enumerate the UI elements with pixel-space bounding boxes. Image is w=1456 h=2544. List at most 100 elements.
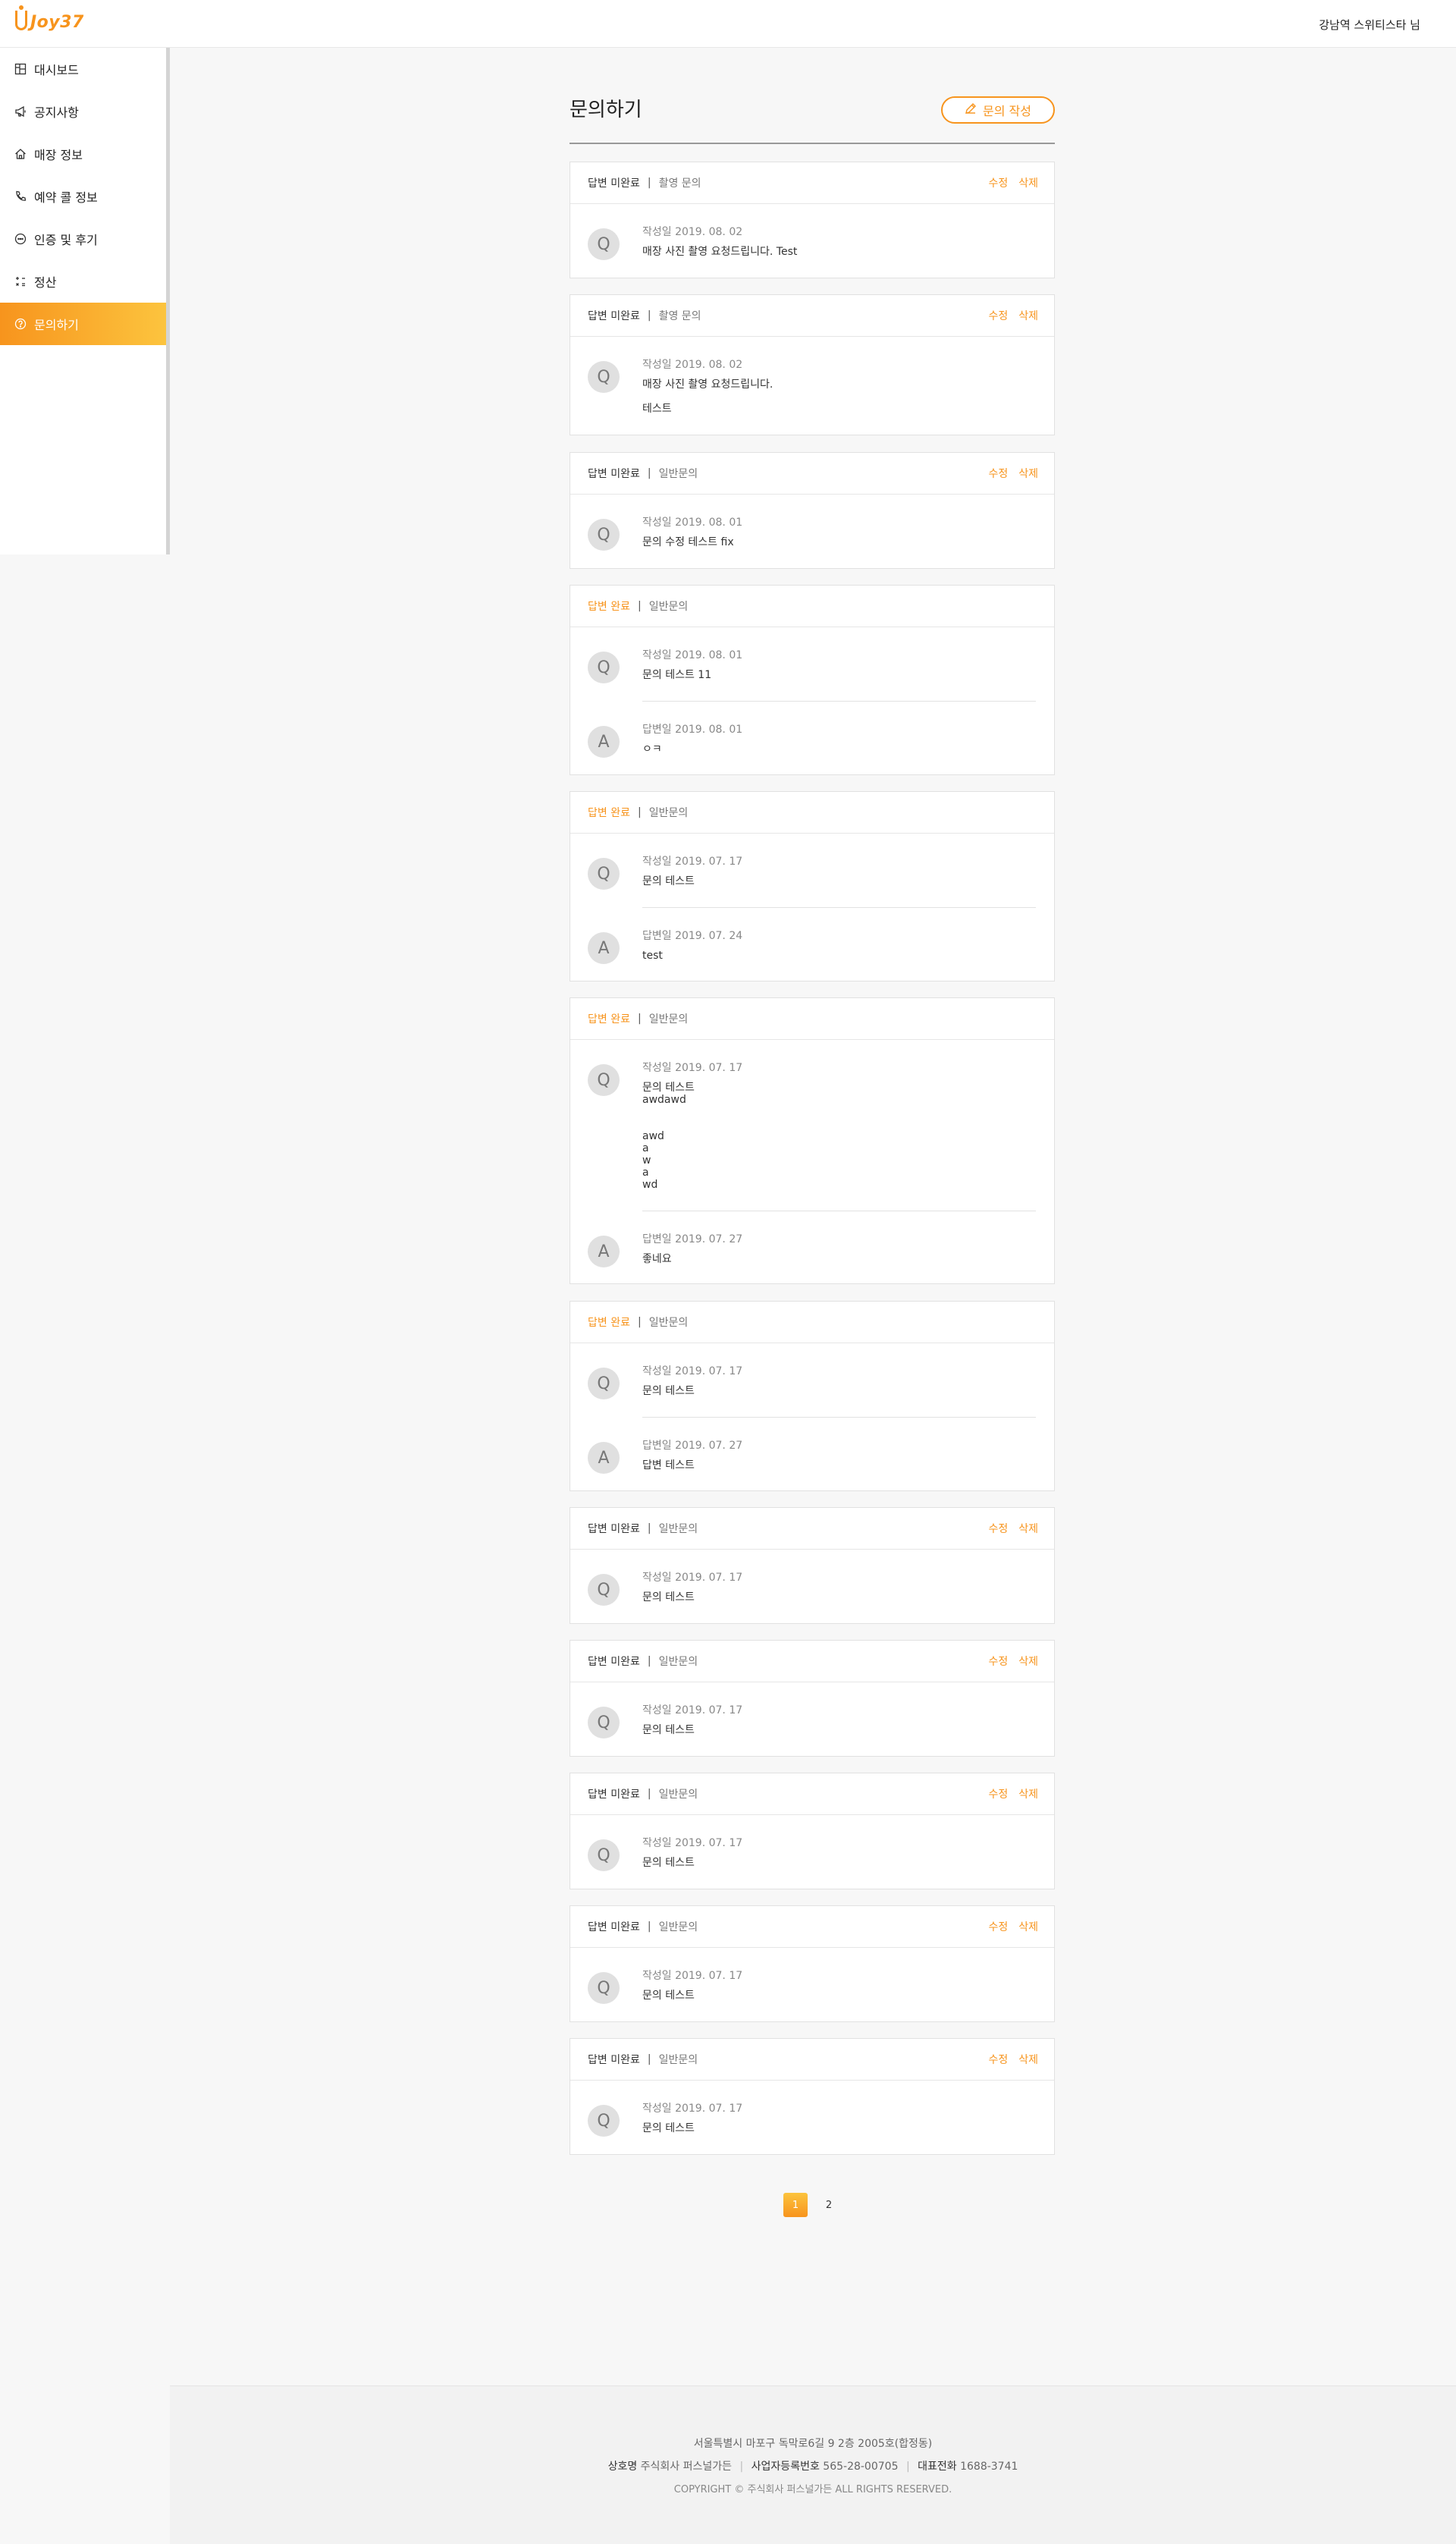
edit-button[interactable]: 수정 xyxy=(988,175,1008,190)
divider: | xyxy=(647,467,651,479)
answer-status: 답변 완료 xyxy=(588,807,630,819)
question-date: 작성일 2019. 07. 17 xyxy=(642,1365,743,1377)
inquiry-category: 일반문의 xyxy=(658,1656,698,1668)
chat-bubble-icon xyxy=(14,232,27,246)
edit-button[interactable]: 수정 xyxy=(988,1654,1008,1669)
inquiry-category: 일반문의 xyxy=(648,807,689,819)
question-block: Q 작성일 2019. 08. 01 문의 테스트 11 xyxy=(570,627,1054,683)
write-inquiry-button[interactable]: 문의 작성 xyxy=(941,96,1055,124)
delete-button[interactable]: 삭제 xyxy=(1018,2052,1038,2067)
answer-text: 답변 테스트 xyxy=(642,1459,695,1471)
question-date: 작성일 2019. 08. 01 xyxy=(642,517,743,529)
question-text: 문의 테스트 xyxy=(642,1385,695,1397)
delete-button[interactable]: 삭제 xyxy=(1018,1786,1038,1801)
question-block: Q 작성일 2019. 08. 01 문의 수정 테스트 fix xyxy=(570,495,1054,551)
footer-company-value: 주식회사 퍼스널가든 xyxy=(640,2461,733,2473)
delete-button[interactable]: 삭제 xyxy=(1018,175,1038,190)
inquiry-card-header: 답변 완료 | 일반문의 xyxy=(570,586,1054,627)
delete-button[interactable]: 삭제 xyxy=(1018,466,1038,481)
inquiry-card: 답변 완료 | 일반문의 Q 작성일 2019. 07. 17 문의 테스트 a… xyxy=(570,997,1055,1284)
page-button-1[interactable]: 1 xyxy=(783,2193,808,2217)
page-title: 문의하기 xyxy=(570,99,642,121)
inquiry-card-header: 답변 미완료 | 일반문의 수정 삭제 xyxy=(570,453,1054,495)
edit-button[interactable]: 수정 xyxy=(988,308,1008,323)
answer-status: 답변 미완료 xyxy=(588,1656,640,1668)
question-text: 문의 테스트 xyxy=(642,2122,695,2134)
question-date: 작성일 2019. 07. 17 xyxy=(642,1062,743,1074)
question-badge: Q xyxy=(588,1972,620,2004)
edit-button[interactable]: 수정 xyxy=(988,1786,1008,1801)
question-badge: Q xyxy=(588,519,620,551)
sidebar: 대시보드 공지사항 매장 정보 예약 콜 정보 인증 및 후기 정산 문의하기 xyxy=(0,48,170,554)
delete-button[interactable]: 삭제 xyxy=(1018,1919,1038,1934)
megaphone-icon xyxy=(14,105,27,118)
footer-copyright: COPYRIGHT © 주식회사 퍼스널가든 ALL RIGHTS RESERV… xyxy=(673,2484,952,2495)
question-date: 작성일 2019. 08. 02 xyxy=(642,359,743,371)
inquiry-card-header: 답변 미완료 | 일반문의 수정 삭제 xyxy=(570,1906,1054,1948)
sidebar-item-inquiry[interactable]: 문의하기 xyxy=(0,303,166,345)
inquiry-card: 답변 미완료 | 일반문의 수정 삭제 Q 작성일 2019. 07. 17 문… xyxy=(570,1905,1055,2022)
divider: | xyxy=(637,806,642,818)
divider: | xyxy=(637,1316,642,1328)
question-date: 작성일 2019. 08. 01 xyxy=(642,649,743,661)
sidebar-item-reviews[interactable]: 인증 및 후기 xyxy=(0,218,166,260)
divider: | xyxy=(647,1921,651,1933)
sidebar-item-settlement[interactable]: 정산 xyxy=(0,260,166,303)
delete-button[interactable]: 삭제 xyxy=(1018,1521,1038,1536)
inquiry-category: 일반문의 xyxy=(648,1013,689,1025)
edit-button[interactable]: 수정 xyxy=(988,2052,1008,2067)
delete-button[interactable]: 삭제 xyxy=(1018,308,1038,323)
inquiry-card: 답변 완료 | 일반문의 Q 작성일 2019. 08. 01 문의 테스트 1… xyxy=(570,585,1055,775)
delete-button[interactable]: 삭제 xyxy=(1018,1654,1038,1669)
question-badge: Q xyxy=(588,1574,620,1606)
question-icon xyxy=(14,317,27,331)
question-date: 작성일 2019. 08. 02 xyxy=(642,226,743,238)
inquiry-card: 답변 미완료 | 촬영 문의 수정 삭제 Q 작성일 2019. 08. 02 … xyxy=(570,162,1055,278)
user-name[interactable]: 강남역 스위티스타 님 xyxy=(1319,17,1420,33)
sidebar-item-notice[interactable]: 공지사항 xyxy=(0,90,166,133)
dashboard-icon xyxy=(14,62,27,76)
sidebar-item-dashboard[interactable]: 대시보드 xyxy=(0,48,166,90)
answer-block: A 답변일 2019. 08. 01 ㅇㅋ xyxy=(570,702,1054,758)
question-text: 문의 테스트 xyxy=(642,1990,695,2002)
question-block: Q 작성일 2019. 07. 17 문의 테스트 awdawd awd a w… xyxy=(570,1040,1054,1191)
question-badge: Q xyxy=(588,858,620,890)
question-block: Q 작성일 2019. 08. 02 매장 사진 촬영 요청드립니다. 테스트 xyxy=(570,337,1054,415)
question-text: 문의 테스트 awdawd awd a w a wd xyxy=(642,1082,695,1191)
inquiry-category: 일반문의 xyxy=(658,468,698,480)
page-button-2[interactable]: 2 xyxy=(817,2193,841,2217)
question-date: 작성일 2019. 07. 17 xyxy=(642,856,743,868)
edit-button[interactable]: 수정 xyxy=(988,1521,1008,1536)
edit-button[interactable]: 수정 xyxy=(988,1919,1008,1934)
question-badge: Q xyxy=(588,652,620,683)
sidebar-item-label: 공지사항 xyxy=(34,105,79,120)
answer-badge: A xyxy=(588,932,620,964)
edit-button[interactable]: 수정 xyxy=(988,466,1008,481)
divider: | xyxy=(647,1655,651,1667)
answer-text: 좋네요 xyxy=(642,1253,672,1265)
sidebar-item-store-info[interactable]: 매장 정보 xyxy=(0,133,166,175)
answer-block: A 답변일 2019. 07. 27 좋네요 xyxy=(570,1211,1054,1267)
inquiry-category: 일반문의 xyxy=(648,1317,689,1329)
divider: | xyxy=(637,1013,642,1025)
inquiry-category: 일반문의 xyxy=(658,1523,698,1535)
logo[interactable]: Joy37 xyxy=(15,5,84,32)
answer-block: A 답변일 2019. 07. 24 test xyxy=(570,908,1054,964)
inquiry-card-header: 답변 완료 | 일반문의 xyxy=(570,1302,1054,1343)
question-badge: Q xyxy=(588,361,620,393)
logo-mark-icon xyxy=(15,5,27,30)
question-date: 작성일 2019. 07. 17 xyxy=(642,1970,743,1982)
inquiry-card-header: 답변 미완료 | 일반문의 수정 삭제 xyxy=(570,1508,1054,1550)
inquiry-category: 촬영 문의 xyxy=(658,310,701,322)
question-block: Q 작성일 2019. 08. 02 매장 사진 촬영 요청드립니다. Test xyxy=(570,204,1054,260)
sidebar-item-label: 정산 xyxy=(34,275,57,290)
answer-status: 답변 완료 xyxy=(588,1013,630,1025)
sidebar-item-reservation-call[interactable]: 예약 콜 정보 xyxy=(0,175,166,218)
inquiry-card-header: 답변 미완료 | 일반문의 수정 삭제 xyxy=(570,1773,1054,1815)
answer-status: 답변 완료 xyxy=(588,1317,630,1329)
footer-separator: | xyxy=(905,2461,910,2473)
answer-date: 답변일 2019. 07. 27 xyxy=(642,1440,743,1452)
logo-text: Joy37 xyxy=(30,12,84,32)
write-inquiry-label: 문의 작성 xyxy=(983,104,1031,118)
divider: | xyxy=(637,600,642,612)
